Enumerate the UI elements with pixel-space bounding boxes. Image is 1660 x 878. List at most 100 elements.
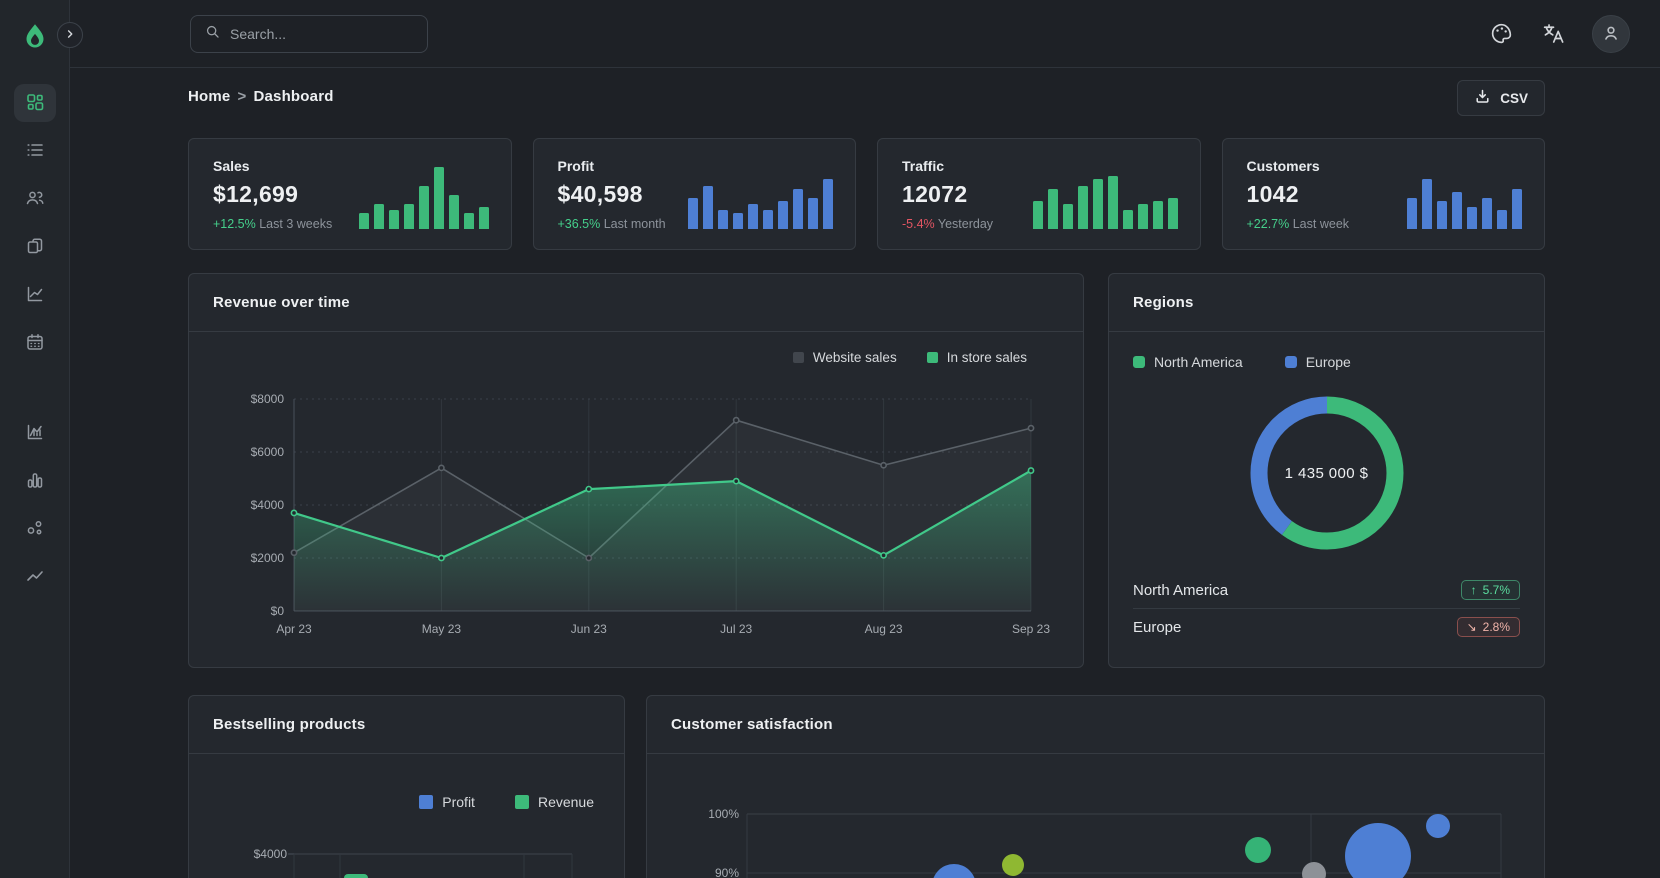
- main-content: Home > Dashboard CSV Sales $12,699 +12.5% …: [188, 68, 1545, 878]
- search-icon: [204, 23, 221, 45]
- translate-icon: [1541, 34, 1566, 49]
- regions-legend: North America Europe: [1109, 332, 1544, 370]
- svg-text:Aug 23: Aug 23: [865, 622, 903, 636]
- sidebar-item-area-chart[interactable]: [14, 414, 56, 452]
- theme-palette-button[interactable]: [1488, 21, 1514, 47]
- language-button[interactable]: [1540, 21, 1566, 47]
- search-box[interactable]: [190, 15, 428, 53]
- svg-text:$8000: $8000: [251, 392, 285, 406]
- profit-sparkline: [688, 165, 833, 229]
- sidebar-item-dashboard[interactable]: [14, 84, 56, 122]
- regions-donut-chart: 1 435 000 $: [1109, 388, 1544, 558]
- calendar-icon: [25, 332, 45, 355]
- arrow-up-icon: ↑: [1471, 583, 1477, 597]
- stat-card-traffic: Traffic 12072 -5.4% Yesterday: [877, 138, 1201, 250]
- legend-marker: [1285, 356, 1297, 368]
- stats-row: Sales $12,699 +12.5% Last 3 weeks Profit…: [188, 138, 1545, 250]
- bestselling-products-card: Bestselling products Profit Revenue $400…: [188, 695, 625, 878]
- sidebar: [0, 0, 70, 878]
- revenue-legend: Website sales In store sales: [189, 332, 1083, 365]
- breadcrumb-home[interactable]: Home: [188, 88, 230, 105]
- svg-text:100%: 100%: [708, 807, 739, 821]
- trend-badge: ↘2.8%: [1457, 617, 1520, 637]
- search-input[interactable]: [230, 26, 400, 42]
- scatter-chart-icon: [25, 518, 45, 541]
- svg-text:Jun 23: Jun 23: [571, 622, 607, 636]
- card-header: Customer satisfaction: [647, 696, 1544, 754]
- chevron-right-icon: [63, 27, 77, 44]
- card-title: Revenue over time: [213, 294, 350, 311]
- customer-satisfaction-card: Customer satisfaction 100% 90%: [646, 695, 1545, 878]
- user-avatar-button[interactable]: [1592, 15, 1630, 53]
- legend-label: Website sales: [813, 350, 897, 365]
- palette-icon: [1489, 34, 1514, 49]
- sidebar-item-analytics[interactable]: [14, 276, 56, 314]
- legend-item-website-sales[interactable]: Website sales: [793, 350, 897, 365]
- legend-item-profit[interactable]: Profit: [419, 794, 475, 810]
- breadcrumb-current: Dashboard: [253, 88, 333, 105]
- topbar: [70, 0, 1660, 68]
- legend-marker: [419, 795, 433, 809]
- region-row-north-america: North America ↑5.7%: [1133, 572, 1520, 608]
- svg-text:90%: 90%: [715, 866, 739, 878]
- dashboard-grid-icon: [25, 92, 45, 115]
- sidebar-item-scatter-chart[interactable]: [14, 510, 56, 548]
- legend-marker: [927, 352, 938, 363]
- breadcrumb-separator: >: [237, 88, 246, 105]
- legend-label: Europe: [1306, 354, 1351, 370]
- card-title: Regions: [1133, 294, 1194, 311]
- legend-item-revenue[interactable]: Revenue: [515, 794, 594, 810]
- revenue-over-time-card: Revenue over time Website sales In store…: [188, 273, 1084, 668]
- stat-card-profit: Profit $40,598 +36.5% Last month: [533, 138, 857, 250]
- sidebar-item-bar-chart[interactable]: [14, 462, 56, 500]
- svg-text:$4000: $4000: [251, 498, 285, 512]
- sidebar-item-pages[interactable]: [14, 228, 56, 266]
- satisfaction-bubble-chart: 100% 90%: [647, 762, 1544, 878]
- svg-text:$0: $0: [271, 604, 285, 618]
- card-header: Regions: [1109, 274, 1544, 332]
- card-header: Bestselling products: [189, 696, 624, 754]
- regions-breakdown: North America ↑5.7% Europe ↘2.8%: [1133, 572, 1520, 645]
- bestselling-bar-chart: $4000: [189, 824, 624, 878]
- stat-card-sales: Sales $12,699 +12.5% Last 3 weeks: [188, 138, 512, 250]
- svg-text:$2000: $2000: [251, 551, 285, 565]
- user-icon: [1600, 22, 1622, 47]
- csv-export-button[interactable]: CSV: [1457, 80, 1545, 116]
- legend-label: In store sales: [947, 350, 1027, 365]
- legend-marker: [793, 352, 804, 363]
- flame-logo-icon: [20, 22, 50, 52]
- card-title: Customer satisfaction: [671, 716, 833, 733]
- sidebar-item-calendar[interactable]: [14, 324, 56, 362]
- sidebar-item-line-chart[interactable]: [14, 558, 56, 596]
- regions-card: Regions North America Europe 1 435 000 $: [1108, 273, 1545, 668]
- legend-item-in-store-sales[interactable]: In store sales: [927, 350, 1027, 365]
- stat-delta: +12.5%: [213, 217, 256, 231]
- stat-delta: +22.7%: [1247, 217, 1290, 231]
- bestselling-legend: Profit Revenue: [189, 754, 624, 810]
- svg-text:May 23: May 23: [422, 622, 462, 636]
- customers-sparkline: [1407, 165, 1522, 229]
- trend-badge: ↑5.7%: [1461, 580, 1520, 600]
- svg-text:Jul 23: Jul 23: [720, 622, 752, 636]
- svg-text:Sep 23: Sep 23: [1012, 622, 1050, 636]
- users-icon: [25, 188, 45, 211]
- area-chart-icon: [25, 422, 45, 445]
- card-header: Revenue over time: [189, 274, 1083, 332]
- stat-delta: -5.4%: [902, 217, 935, 231]
- chart-line-icon: [25, 284, 45, 307]
- legend-item-north-america[interactable]: North America: [1133, 354, 1243, 370]
- stat-card-customers: Customers 1042 +22.7% Last week: [1222, 138, 1546, 250]
- svg-text:$6000: $6000: [251, 445, 285, 459]
- legend-marker: [1133, 356, 1145, 368]
- sidebar-item-customers[interactable]: [14, 180, 56, 218]
- sidebar-item-list[interactable]: [14, 132, 56, 170]
- breadcrumb: Home > Dashboard: [188, 88, 334, 105]
- legend-item-europe[interactable]: Europe: [1285, 354, 1351, 370]
- card-title: Bestselling products: [213, 716, 365, 733]
- sidebar-expand-button[interactable]: [57, 22, 83, 48]
- region-row-europe: Europe ↘2.8%: [1133, 608, 1520, 645]
- svg-text:$4000: $4000: [254, 847, 288, 861]
- csv-button-label: CSV: [1500, 91, 1528, 106]
- bar-chart-icon: [25, 470, 45, 493]
- region-label: North America: [1133, 582, 1228, 599]
